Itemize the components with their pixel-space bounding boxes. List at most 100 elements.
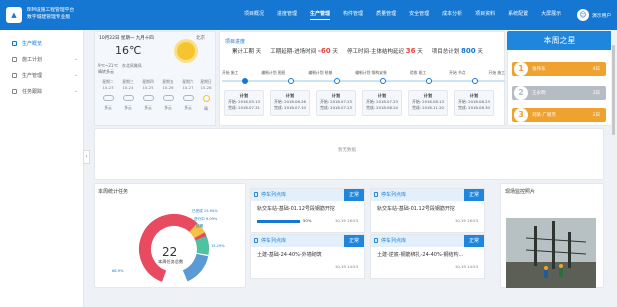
sidebar-item-label: 施工计划: [22, 56, 43, 63]
brand-line1: BIM设施工程管理平台: [27, 8, 75, 13]
vertical-scrollbar[interactable]: [611, 31, 616, 287]
nav-item-progress[interactable]: 进度管理: [277, 10, 297, 20]
nav-item-production[interactable]: 生产管理: [310, 10, 331, 20]
sun-icon: [177, 42, 195, 60]
construction-scene-image: [506, 218, 596, 288]
stop-card[interactable]: 停车列点库 正常 土建-基础-24-40%-外墙砌筑 10-19 14:53: [250, 234, 365, 279]
user-name[interactable]: 演示用户: [592, 12, 611, 19]
legend-label: 15.19%: [211, 244, 225, 248]
forecast-day: 星期六 10-27 多云: [178, 79, 198, 123]
stop-card[interactable]: 停车列点库 正常 轨交车站-基础-01.12号段钢筋开挖 50% 10-19 1…: [250, 188, 365, 233]
nav-item-big-screen[interactable]: 大屏展示: [541, 10, 561, 20]
forecast-desc: 多云: [164, 105, 172, 110]
cloud-icon: [182, 95, 194, 101]
milestone-label: 验收 竣工: [409, 70, 427, 75]
progress-title: 项目进度: [225, 39, 246, 45]
rank-name: 刘某·广丽杰: [532, 113, 556, 118]
plan-label: 项目总计划: [431, 49, 460, 55]
stop-card-desc: 土建-逆底-钢筋绑扎-24-40%-钢结构...: [377, 252, 464, 258]
forecast-desc: 多云: [124, 105, 132, 110]
weather-wind: 东北风微风: [121, 63, 142, 68]
timeline-dot[interactable]: [242, 78, 248, 84]
delay-label: 工期延期-进场时间: [270, 49, 317, 55]
ranking-item[interactable]: 2 王永明 3日: [512, 86, 606, 100]
legend-label: 68.9%: [112, 269, 124, 273]
plan-card[interactable]: 计划 开始: 2018.06.26 完成: 2018.07.10: [270, 90, 310, 116]
timeline-dot[interactable]: [334, 78, 340, 84]
stop-card-title: 停车列点库: [381, 192, 407, 198]
cloud-icon: [102, 95, 114, 101]
brand: BIM设施工程管理平台 数字城建管理专业版: [27, 7, 74, 21]
stop-card-title: 停车列点库: [381, 238, 407, 244]
ranking-item[interactable]: 1 张伟东 4日: [512, 62, 606, 76]
ranking-title: 本周之星: [507, 31, 612, 50]
rank-number: 1: [514, 62, 528, 76]
timeline-dot[interactable]: [472, 78, 478, 84]
forecast-date: 10-28: [200, 85, 212, 90]
delay-stat: 工期延期-进场时间 -60 天: [270, 47, 338, 55]
sidebar-item-plan[interactable]: 施工计划 ⌄: [12, 54, 78, 64]
plan-card-end: 完成: 2018.11.20: [412, 105, 444, 110]
forecast-desc: 多云: [144, 105, 152, 110]
tasks-card: [94, 128, 604, 180]
rank-name: 张伟东: [532, 67, 546, 72]
sidebar-item-label: 生产管理: [22, 72, 43, 79]
stop-value: 36: [405, 47, 416, 55]
milestone-label: 开始 施工: [222, 70, 239, 75]
nav-item-components[interactable]: 构件管理: [343, 10, 363, 20]
total-duration-unit: 天: [255, 49, 262, 55]
stop-unit: 天: [417, 49, 423, 55]
milestone-label: 编制计划 桩基: [308, 70, 333, 75]
delay-unit: 天: [332, 49, 338, 55]
progress-stats: 累计工期 天 工期延期-进场时间 -60 天 停工时间-主体结构延迟 36 天 …: [232, 47, 483, 55]
nav-item-cost[interactable]: 成本分析: [442, 10, 462, 20]
stop-card[interactable]: 停车列点库 正常 轨交车站-基础-01.12号段钢筋开挖 10-19 16:53: [370, 188, 485, 233]
timeline-dot[interactable]: [288, 78, 294, 84]
sidebar-item-overview[interactable]: 生产概览: [12, 38, 78, 48]
user-avatar-icon[interactable]: ☺: [577, 9, 589, 21]
plan-card[interactable]: 计划 开始: 2018.05.13 完成: 2018.07.31: [224, 90, 264, 116]
rank-days: 3日: [592, 91, 600, 96]
stop-card-time: 10-19 16:53: [334, 218, 358, 223]
forecast-date: 10-25: [142, 85, 154, 90]
stop-card-time: 10-19 14:53: [454, 264, 478, 269]
plan-card[interactable]: 计划 开始: 2018.08.23 完成: 2018.08.30: [454, 90, 494, 116]
weather-range: 9℃~21℃: [98, 63, 118, 68]
plan-value: 800: [460, 47, 476, 55]
plan-card[interactable]: 计划 开始: 2018.08.13 完成: 2018.11.20: [408, 90, 448, 116]
legend-label: 已完成 15.94%: [192, 209, 218, 213]
location-icon: [374, 192, 378, 197]
stop-card-time: 10-19 14:53: [334, 264, 358, 269]
timeline-dot[interactable]: [426, 78, 432, 84]
nav-item-quality[interactable]: 质量管理: [376, 10, 396, 20]
total-duration: 累计工期 天: [232, 47, 261, 55]
sidebar-item-production[interactable]: 生产管理 ⌄: [12, 70, 78, 80]
nav-item-config[interactable]: 系统配置: [508, 10, 528, 20]
scrollbar-thumb[interactable]: [612, 45, 615, 135]
stop-card-title: 停车列点库: [261, 238, 287, 244]
nav-item-documents[interactable]: 项目资料: [475, 10, 495, 20]
sidebar-item-task[interactable]: 任务跟踪 ⌄: [12, 86, 78, 96]
plan-card-end: 完成: 2018.07.23: [320, 105, 352, 110]
sidebar-collapse-button[interactable]: ‹: [83, 150, 90, 164]
ranking-item[interactable]: 3 刘某·广丽杰 2日: [512, 108, 606, 122]
plan-card-end: 完成: 2018.07.10: [274, 105, 306, 110]
weather-place: 北京: [196, 36, 205, 41]
timeline-dot[interactable]: [380, 78, 386, 84]
plan-card[interactable]: 计划 开始: 2018.07.23 完成: 2018.08.24: [362, 90, 402, 116]
forecast-date: 10-27: [182, 85, 194, 90]
stop-card[interactable]: 停车列点库 正常 土建-逆底-钢筋绑扎-24-40%-钢结构... 10-19 …: [370, 234, 485, 279]
weather-condition: 晴转多云: [98, 68, 114, 74]
site-photo[interactable]: [506, 218, 596, 288]
stop-stat: 停工时间-主体结构延迟 36 天: [347, 47, 423, 55]
sidebar: 生产概览 施工计划 ⌄ 生产管理 ⌄ 任务跟踪 ⌄: [0, 30, 84, 307]
nav-item-project-overview[interactable]: 项目概况: [244, 10, 264, 20]
plan-card[interactable]: 计划 开始: 2018.07.23 完成: 2018.07.23: [316, 90, 356, 116]
milestone-label: 开始 施工: [488, 70, 505, 75]
stop-card-title: 停车列点库: [261, 192, 287, 198]
forecast-day: 星期二 10-23 多云: [98, 79, 118, 123]
nav-item-safety[interactable]: 安全管理: [409, 10, 429, 20]
milestone-label: 开始 节点: [449, 70, 466, 75]
bim-logo-icon: ▲: [6, 7, 22, 23]
plan-icon: [12, 56, 17, 62]
